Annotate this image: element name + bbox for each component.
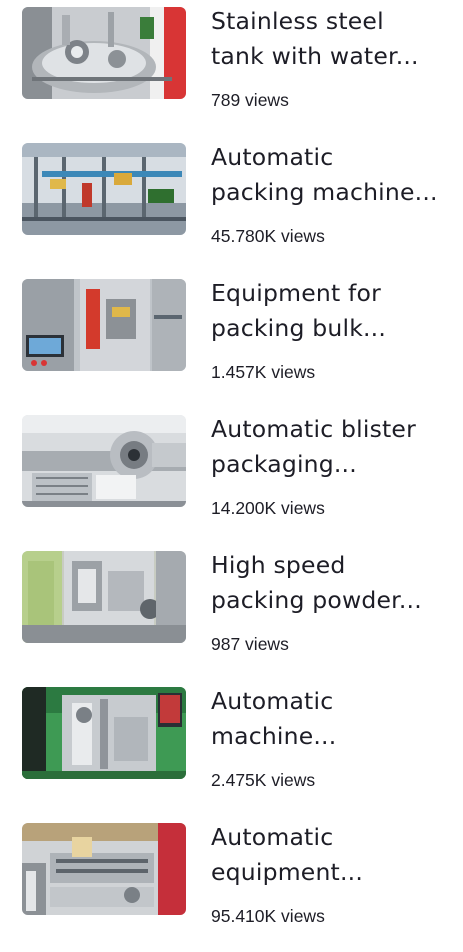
video-views: 14.200K views	[211, 498, 325, 518]
video-title[interactable]: Automatic blister packaging...	[211, 412, 451, 482]
video-item-5[interactable]: High speed packing powder... 987 views	[0, 544, 463, 680]
video-item-6[interactable]: Automatic machine... 2.475K views	[0, 680, 463, 816]
video-views: 95.410K views	[211, 906, 325, 926]
video-item-7[interactable]: Automatic equipment... 95.410K views	[0, 816, 463, 952]
automatic-equipment-thumbnail-icon[interactable]	[22, 823, 186, 915]
stainless-tank-thumbnail-icon[interactable]	[22, 7, 186, 99]
video-title[interactable]: High speed packing powder...	[211, 548, 451, 618]
powder-packing-thumbnail-icon[interactable]	[22, 551, 186, 643]
video-title[interactable]: Stainless steel tank with water...	[211, 4, 451, 74]
video-title[interactable]: Automatic machine...	[211, 684, 451, 754]
packing-machine-thumbnail-icon[interactable]	[22, 143, 186, 235]
video-title[interactable]: Equipment for packing bulk...	[211, 276, 451, 346]
video-item-1[interactable]: Stainless steel tank with water... 789 v…	[0, 0, 463, 136]
video-views: 2.475K views	[211, 770, 316, 790]
video-views: 1.457K views	[211, 362, 316, 382]
video-title[interactable]: Automatic equipment...	[211, 820, 451, 890]
video-item-4[interactable]: Automatic blister packaging... 14.200K v…	[0, 408, 463, 544]
video-list: Stainless steel tank with water... 789 v…	[0, 0, 463, 927]
video-title[interactable]: Automatic packing machine...	[211, 140, 451, 210]
automatic-machine-thumbnail-icon[interactable]	[22, 687, 186, 779]
video-views: 789 views	[211, 90, 289, 110]
video-item-3[interactable]: Equipment for packing bulk... 1.457K vie…	[0, 272, 463, 408]
blister-packaging-thumbnail-icon[interactable]	[22, 415, 186, 507]
video-views: 987 views	[211, 634, 289, 654]
bulk-packing-equipment-thumbnail-icon[interactable]	[22, 279, 186, 371]
video-item-2[interactable]: Automatic packing machine... 45.780K vie…	[0, 136, 463, 272]
video-views: 45.780K views	[211, 226, 325, 246]
